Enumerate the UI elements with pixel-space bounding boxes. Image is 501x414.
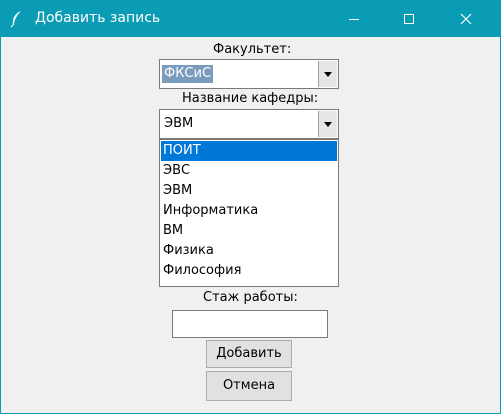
window-title: Добавить запись <box>35 10 161 26</box>
dialog-window: Добавить запись Факультет: ФКСиС Названи… <box>0 0 501 414</box>
minimize-icon <box>349 19 359 20</box>
department-value[interactable]: ЭВМ <box>162 115 195 133</box>
dropdown-option[interactable]: Физика <box>161 241 337 261</box>
faculty-value[interactable]: ФКСиС <box>162 65 214 83</box>
experience-input[interactable] <box>172 310 328 338</box>
dropdown-option[interactable]: ЭВМ <box>161 181 337 201</box>
dropdown-option[interactable]: Философия <box>161 261 337 281</box>
department-dropdown-list[interactable]: ПОИТ ЭВС ЭВМ Информатика ВМ Физика Филос… <box>159 139 339 287</box>
chevron-down-icon[interactable] <box>318 61 337 87</box>
experience-label: Стаж работы: <box>203 290 298 305</box>
maximize-icon <box>404 14 414 24</box>
feather-icon <box>9 10 25 28</box>
dropdown-option[interactable]: ВМ <box>161 221 337 241</box>
dropdown-option[interactable]: ПОИТ <box>161 141 337 161</box>
dropdown-option[interactable]: ЭВС <box>161 161 337 181</box>
cancel-button[interactable]: Отмена <box>206 371 292 401</box>
faculty-label: Факультет: <box>213 42 292 57</box>
close-icon <box>460 13 472 25</box>
maximize-button[interactable] <box>386 1 432 37</box>
add-button[interactable]: Добавить <box>206 340 292 368</box>
chevron-down-icon[interactable] <box>318 111 337 137</box>
minimize-button[interactable] <box>331 1 377 37</box>
dropdown-option[interactable]: Информатика <box>161 201 337 221</box>
department-combobox[interactable]: ЭВМ <box>159 109 339 139</box>
title-bar[interactable]: Добавить запись <box>1 1 500 37</box>
close-button[interactable] <box>443 1 489 37</box>
faculty-combobox[interactable]: ФКСиС <box>159 59 339 89</box>
department-label: Название кафедры: <box>182 91 319 106</box>
